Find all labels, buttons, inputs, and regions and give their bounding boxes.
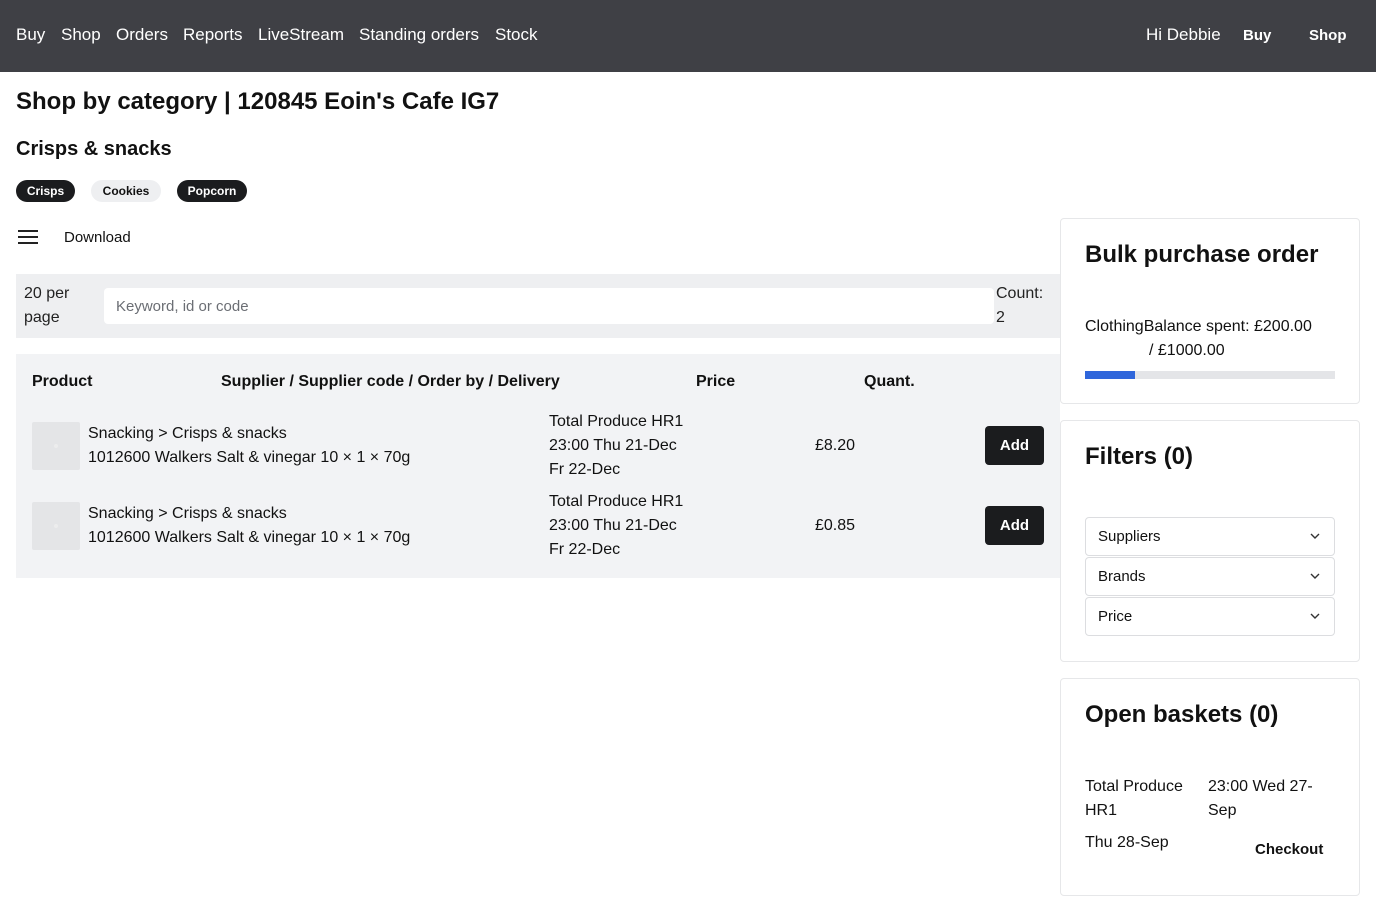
- product-image: [32, 422, 80, 470]
- delivery-date: Fr 22-Dec: [549, 541, 621, 558]
- search-input[interactable]: [104, 288, 994, 324]
- bulk-purchase-title: Bulk purchase order: [1085, 241, 1319, 268]
- nav-reports[interactable]: Reports: [183, 25, 243, 45]
- supplier-name: Total Produce HR1: [549, 413, 684, 430]
- table-row: Snacking > Crisps & snacks 1012600 Walke…: [16, 408, 1060, 488]
- page-title: Shop by category | 120845 Eoin's Cafe IG…: [16, 88, 500, 115]
- balance-total: / £1000.00: [1149, 342, 1225, 359]
- basket-supplier: Total Produce HR1: [1085, 778, 1183, 819]
- top-navigation: Buy Shop Orders Reports LiveStream Stand…: [0, 0, 1376, 72]
- filters-card: Filters (0) Suppliers Brands Price: [1060, 420, 1360, 662]
- order-by: 23:00 Thu 21-Dec: [549, 517, 677, 534]
- nav-shop[interactable]: Shop: [61, 25, 101, 45]
- balance-progress-fill: [1085, 371, 1135, 379]
- order-by: 23:00 Thu 21-Dec: [549, 437, 677, 454]
- column-header-price: Price: [696, 373, 736, 390]
- menu-icon[interactable]: [18, 229, 38, 245]
- count-label: Count:: [996, 285, 1044, 302]
- supplier-info: Total Produce HR1 23:00 Thu 21-Dec Fr 22…: [549, 410, 683, 482]
- column-header-quantity: Quant.: [864, 373, 915, 390]
- chevron-down-icon: [1310, 533, 1320, 539]
- bulk-purchase-card: Bulk purchase order ClothingBalance spen…: [1060, 218, 1360, 404]
- subcategory-pill-popcorn[interactable]: Popcorn: [177, 180, 247, 202]
- user-greeting[interactable]: Hi Debbie: [1146, 25, 1221, 45]
- price-dropdown-label: Price: [1098, 608, 1133, 625]
- basket-cutoff: 23:00 Wed 27-Sep: [1208, 778, 1313, 819]
- nav-buy-button[interactable]: Buy: [1243, 27, 1271, 44]
- filters-title: Filters (0): [1085, 443, 1194, 470]
- search-toolbar: 20 per page Count: 2: [16, 274, 1060, 338]
- add-button[interactable]: Add: [985, 506, 1044, 545]
- product-table: Product Supplier / Supplier code / Order…: [16, 354, 1060, 578]
- balance-progress-bar: [1085, 371, 1335, 379]
- nav-livestream[interactable]: LiveStream: [258, 25, 344, 45]
- suppliers-dropdown-label: Suppliers: [1098, 528, 1161, 545]
- nav-stock[interactable]: Stock: [495, 25, 538, 45]
- add-button[interactable]: Add: [985, 426, 1044, 465]
- balance-info: ClothingBalance spent: £200.00 / £1000.0…: [1085, 315, 1345, 363]
- download-button[interactable]: Download: [64, 229, 131, 246]
- supplier-info: Total Produce HR1 23:00 Thu 21-Dec Fr 22…: [549, 490, 683, 562]
- nav-orders[interactable]: Orders: [116, 25, 168, 45]
- checkout-button[interactable]: Checkout: [1255, 841, 1323, 858]
- subcategory-pill-cookies[interactable]: Cookies: [91, 180, 161, 202]
- brands-dropdown[interactable]: Brands: [1085, 557, 1335, 596]
- category-title: Crisps & snacks: [16, 138, 172, 160]
- chevron-down-icon: [1310, 613, 1320, 619]
- price-dropdown[interactable]: Price: [1085, 597, 1335, 636]
- product-category: Snacking > Crisps & snacks: [88, 425, 287, 442]
- table-row: Snacking > Crisps & snacks 1012600 Walke…: [16, 488, 1060, 568]
- per-page-selector[interactable]: 20 per page: [24, 282, 94, 330]
- chevron-down-icon: [1310, 573, 1320, 579]
- count-value: 2: [996, 309, 1005, 326]
- brands-dropdown-label: Brands: [1098, 568, 1146, 585]
- product-info: Snacking > Crisps & snacks 1012600 Walke…: [88, 502, 410, 550]
- basket-delivery: Thu 28-Sep: [1085, 834, 1169, 851]
- supplier-name: Total Produce HR1: [549, 493, 684, 510]
- product-info: Snacking > Crisps & snacks 1012600 Walke…: [88, 422, 410, 470]
- delivery-date: Fr 22-Dec: [549, 461, 621, 478]
- open-baskets-title: Open baskets (0): [1085, 701, 1279, 728]
- nav-buy[interactable]: Buy: [16, 25, 45, 45]
- nav-shop-button[interactable]: Shop: [1309, 27, 1347, 44]
- nav-standing-orders[interactable]: Standing orders: [359, 25, 479, 45]
- product-name: 1012600 Walkers Salt & vinegar 10 × 1 × …: [88, 529, 411, 546]
- product-price: £8.20: [815, 437, 856, 454]
- subcategory-pill-crisps[interactable]: Crisps: [16, 180, 75, 202]
- bulk-category: Clothing: [1085, 318, 1144, 335]
- open-baskets-card: Open baskets (0) Total Produce HR1 23:00…: [1060, 678, 1360, 896]
- column-header-supplier: Supplier / Supplier code / Order by / De…: [221, 373, 560, 390]
- product-name: 1012600 Walkers Salt & vinegar 10 × 1 × …: [88, 449, 411, 466]
- suppliers-dropdown[interactable]: Suppliers: [1085, 517, 1335, 556]
- column-header-product: Product: [32, 373, 93, 390]
- product-image: [32, 502, 80, 550]
- balance-spent: Balance spent: £200.00: [1143, 318, 1312, 335]
- product-category: Snacking > Crisps & snacks: [88, 505, 287, 522]
- result-count: Count: 2: [996, 282, 1056, 330]
- product-price: £0.85: [815, 517, 856, 534]
